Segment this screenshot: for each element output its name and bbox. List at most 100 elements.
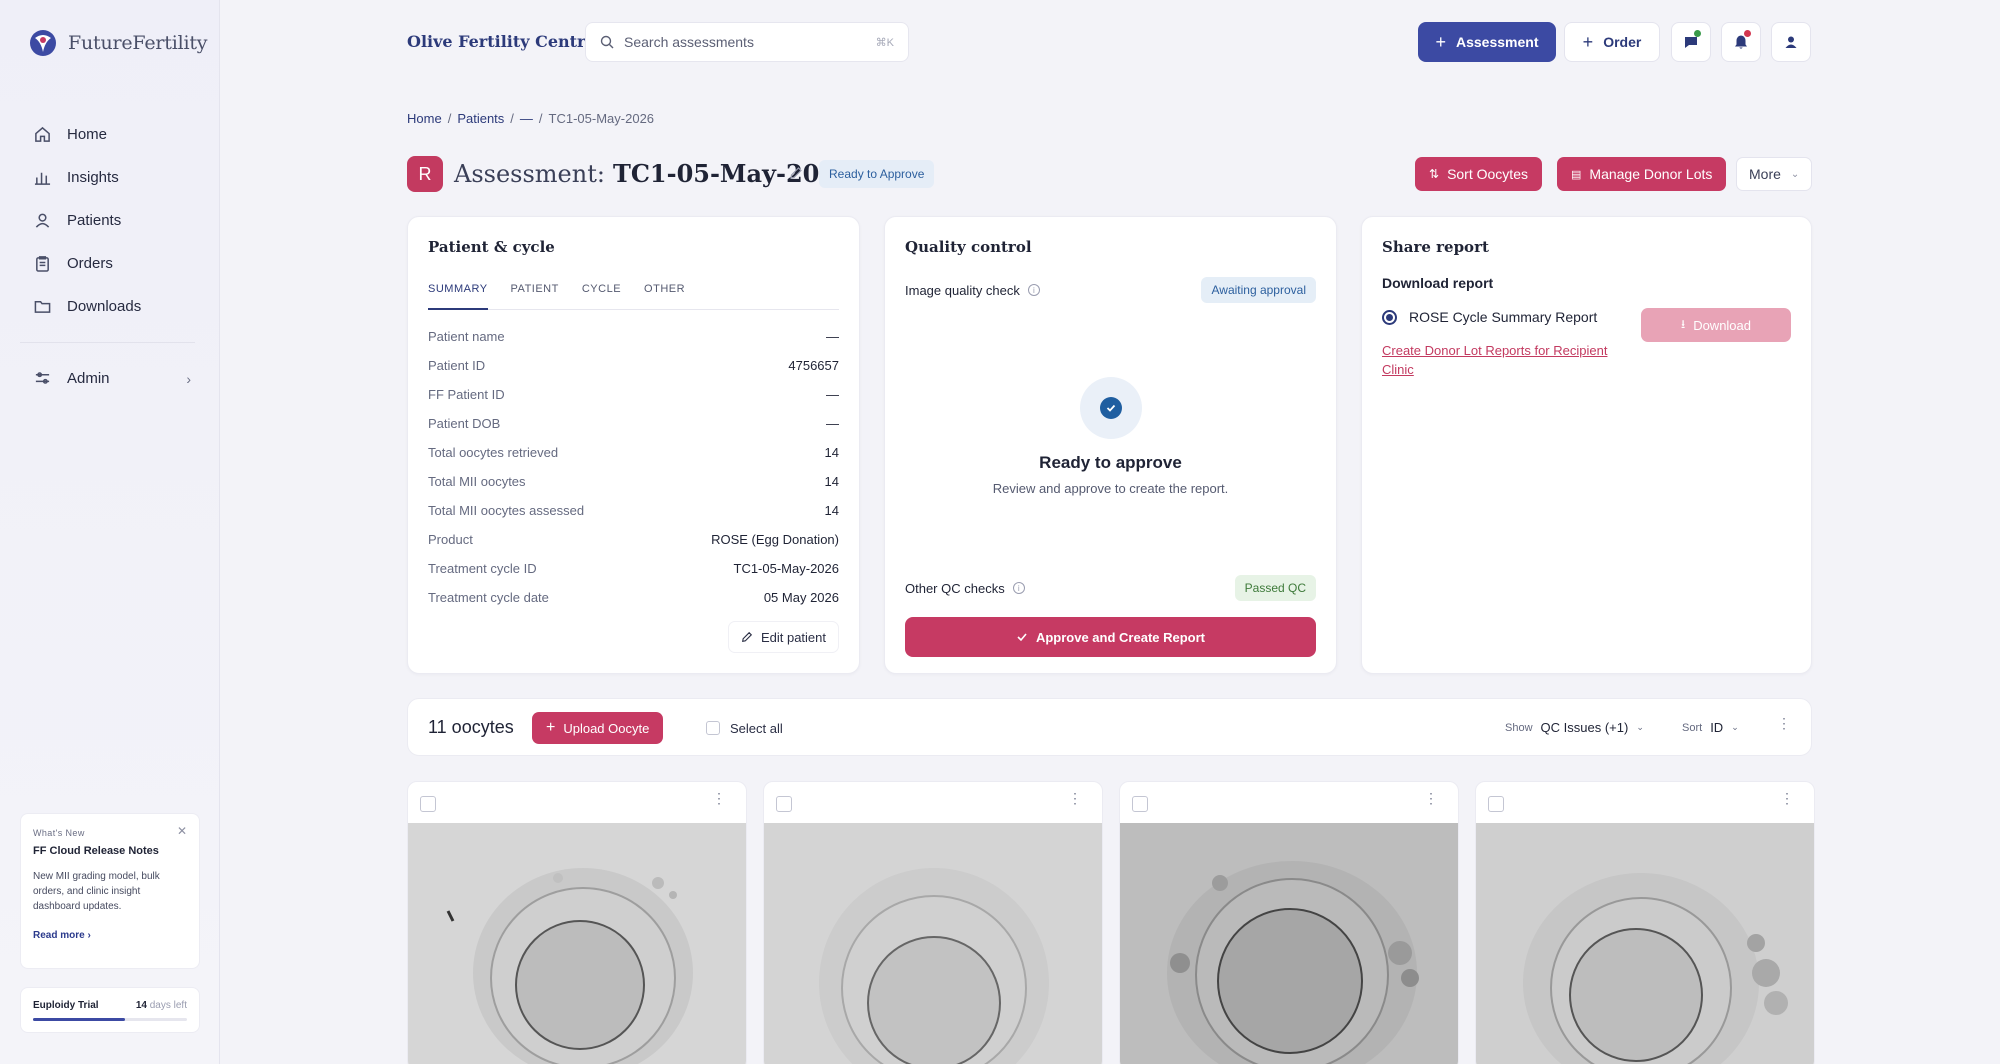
trial-name: Euploidy Trial [33,1000,99,1011]
other-qc-label: Other QC checks [905,580,1005,596]
detail-row: Product ROSE (Egg Donation) [428,525,839,554]
oocyte-image [408,823,746,1064]
sort-value: ID [1710,720,1724,735]
sidebar-item-admin[interactable]: Admin › [20,357,195,400]
card-title: Patient & cycle [428,238,555,256]
detail-key: Treatment cycle ID [428,561,537,576]
sidebar-item-home[interactable]: Home [20,113,195,156]
tab-other[interactable]: OTHER [644,283,685,309]
messages-button[interactable] [1671,22,1711,62]
more-menu-button[interactable]: More ⌄ [1736,157,1812,191]
kebab-menu-icon[interactable]: ⋮ [1424,791,1438,805]
breadcrumb-patient[interactable]: — [520,111,533,126]
plus-icon: + [1435,31,1446,52]
sort-dropdown[interactable]: Sort ID ⌄ [1682,720,1739,735]
show-filter-dropdown[interactable]: Show QC Issues (+1) ⌄ [1505,720,1644,735]
detail-value: 4756657 [788,358,839,373]
detail-value: TC1-05-May-2026 [733,561,840,576]
breadcrumb-home[interactable]: Home [407,111,442,126]
new-assessment-button[interactable]: + Assessment [1418,22,1556,62]
download-button[interactable]: ⭳ Download [1641,308,1791,342]
info-icon[interactable]: i [1012,582,1025,594]
kebab-menu-icon[interactable]: ⋮ [1068,791,1082,805]
oocyte-card[interactable]: ⋮ [407,781,747,1064]
sidebar-item-orders[interactable]: Orders [20,242,195,285]
breadcrumb: Home / Patients / — / TC1-05-May-2026 [407,111,655,126]
patient-cycle-card: Patient & cycle SUMMARY PATIENT CYCLE OT… [407,216,860,674]
checkbox[interactable] [706,721,720,735]
tab-summary[interactable]: SUMMARY [428,283,488,310]
edit-title-icon[interactable] [789,166,803,180]
pencil-icon [741,631,753,642]
plus-icon: + [1582,31,1594,52]
kebab-menu-icon[interactable]: ⋮ [1780,791,1794,805]
title-label: Assessment: [454,160,605,188]
share-report-card: Share report Download report ROSE Cycle … [1361,216,1812,674]
info-icon[interactable]: i [1027,284,1040,296]
sidebar: FutureFertility Home Insights Patients O… [0,0,220,1064]
oocyte-card[interactable]: ⋮ [1475,781,1815,1064]
sort-label: Sort [1682,721,1703,734]
report-option[interactable]: ROSE Cycle Summary Report [1382,309,1597,325]
assessment-button-label: Assessment [1456,34,1539,50]
detail-key: Treatment cycle date [428,590,549,605]
image-quality-label: Image quality check [905,282,1020,298]
search-shortcut: ⌘K [875,36,894,49]
detail-key: Total MII oocytes [428,474,526,489]
radio-selected[interactable] [1382,309,1397,325]
user-icon [35,213,50,228]
sidebar-item-downloads[interactable]: Downloads [20,285,195,328]
oocyte-card[interactable]: ⋮ [1119,781,1459,1064]
order-button-label: Order [1603,34,1642,50]
sort-oocytes-label: Sort Oocytes [1447,166,1528,182]
close-icon[interactable]: ✕ [177,824,187,838]
checkbox[interactable] [420,796,436,812]
product-avatar: R [407,156,443,192]
oocyte-card[interactable]: ⋮ [763,781,1103,1064]
checkbox[interactable] [1488,796,1504,812]
search-input[interactable] [624,34,866,50]
notifications-indicator [1744,30,1751,37]
sidebar-nav: Home Insights Patients Orders Downloads … [20,113,195,400]
new-order-button[interactable]: + Order [1564,22,1660,62]
logo-icon [30,30,56,56]
sidebar-item-label: Downloads [67,298,142,315]
sidebar-item-label: Orders [67,255,113,272]
sliders-icon [35,372,50,384]
upload-oocyte-button[interactable]: + Upload Oocyte [532,712,664,744]
brand-logo[interactable]: FutureFertility [28,28,208,58]
trial-card[interactable]: Euploidy Trial 14 days left [20,987,200,1033]
profile-button[interactable] [1771,22,1811,62]
other-qc-row: Other QC checks i Passed QC [905,575,1316,601]
approve-create-report-button[interactable]: Approve and Create Report [905,617,1316,657]
sidebar-item-insights[interactable]: Insights [20,156,195,199]
edit-patient-button[interactable]: Edit patient [727,621,839,653]
read-more-link[interactable]: Read more › [33,930,187,941]
clinic-name[interactable]: Olive Fertility Centre [407,32,596,51]
chevron-down-icon: ⌄ [1790,168,1800,180]
detail-value: 14 [824,503,839,518]
select-all-checkbox[interactable]: Select all [696,712,793,744]
detail-value: 14 [824,474,839,489]
manage-donor-lots-button[interactable]: ▤ Manage Donor Lots [1557,157,1727,191]
donor-lot-reports-link[interactable]: Create Donor Lot Reports for Recipient C… [1382,341,1642,379]
quality-control-card: Quality control Image quality check i Awa… [884,216,1337,674]
sidebar-item-patients[interactable]: Patients [20,199,195,242]
kebab-menu-icon[interactable]: ⋮ [712,791,726,805]
messages-indicator [1694,30,1701,37]
manage-donor-lots-label: Manage Donor Lots [1589,166,1713,182]
sort-oocytes-button[interactable]: ⇅ Sort Oocytes [1415,157,1542,191]
detail-row: Total MII oocytes 14 [428,467,839,496]
select-all-label: Select all [730,720,783,736]
tab-cycle[interactable]: CYCLE [582,283,621,309]
download-report-heading: Download report [1382,275,1494,291]
notifications-button[interactable] [1721,22,1761,62]
image-quality-row: Image quality check i Awaiting approval [905,277,1316,303]
checkbox[interactable] [1132,796,1148,812]
checkbox[interactable] [776,796,792,812]
detail-key: Patient DOB [428,416,501,431]
search-box[interactable]: ⌘K [585,22,909,62]
tab-patient[interactable]: PATIENT [511,283,559,309]
breadcrumb-patients[interactable]: Patients [457,111,504,126]
kebab-menu-icon[interactable]: ⋮ [1777,716,1791,730]
